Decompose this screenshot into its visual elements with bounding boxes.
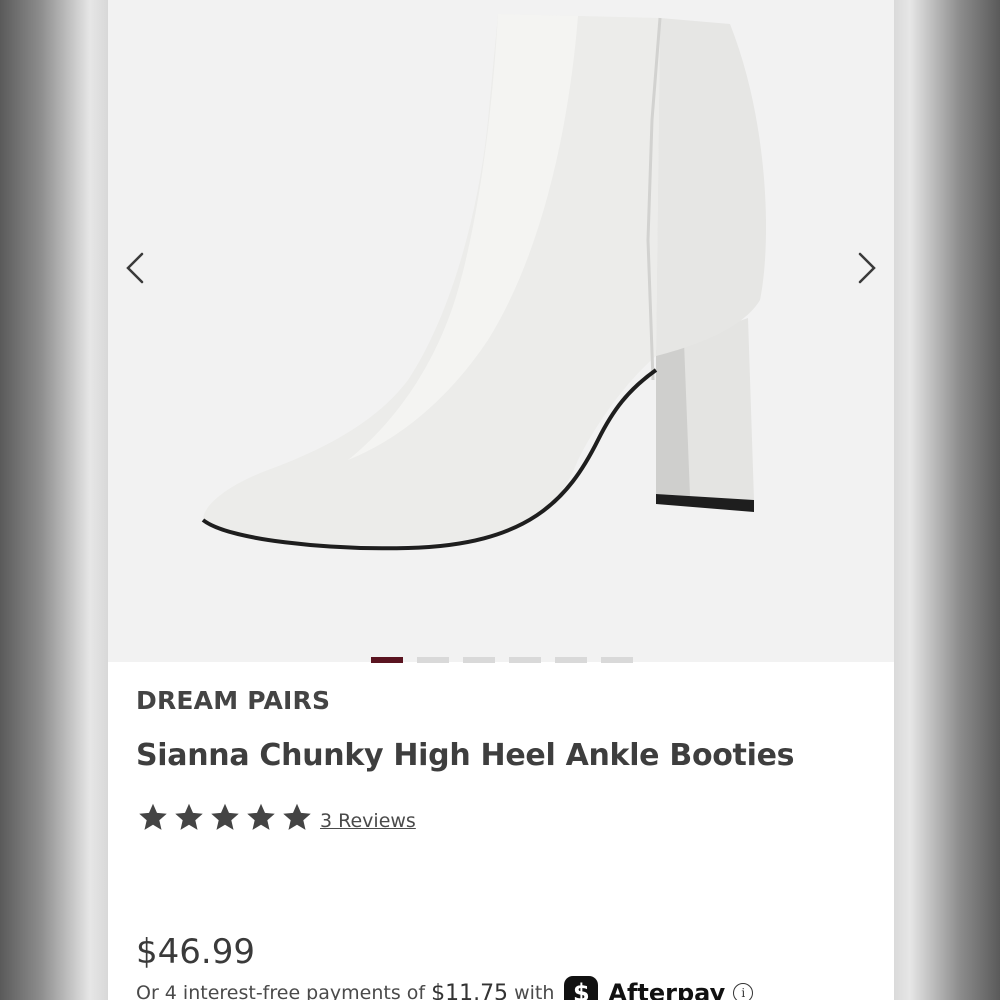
- installment-prefix: Or 4 interest-free payments of: [136, 982, 426, 1000]
- info-icon[interactable]: i: [733, 983, 754, 1000]
- afterpay-icon: $: [564, 976, 599, 1000]
- product-image-gallery[interactable]: [108, 0, 894, 662]
- afterpay-installments: Or 4 interest-free payments of $11.75 wi…: [136, 976, 754, 1000]
- previous-image-button[interactable]: [110, 242, 162, 294]
- reviews-link[interactable]: 3 Reviews: [320, 810, 416, 832]
- gallery-dot-2[interactable]: [417, 657, 449, 663]
- product-rating: 3 Reviews: [136, 801, 416, 834]
- star-icon: [139, 803, 167, 830]
- brand-name: DREAM PAIRS: [136, 686, 331, 715]
- gallery-pagination: [371, 657, 633, 663]
- product-price: $46.99: [136, 932, 255, 972]
- gallery-dot-1[interactable]: [371, 657, 403, 663]
- star-icon: [283, 803, 311, 830]
- gallery-dot-4[interactable]: [509, 657, 541, 663]
- star-icon: [211, 803, 239, 830]
- installment-suffix: with: [514, 982, 555, 1000]
- star-icon: [247, 803, 275, 830]
- product-image: [201, 14, 767, 551]
- gallery-dot-3[interactable]: [463, 657, 495, 663]
- next-image-button[interactable]: [840, 242, 892, 294]
- star-icon: [175, 803, 203, 830]
- installment-amount: $11.75: [431, 980, 509, 1000]
- gallery-dot-6[interactable]: [601, 657, 633, 663]
- product-title: Sianna Chunky High Heel Ankle Booties: [136, 738, 795, 773]
- chevron-right-icon: [858, 252, 876, 284]
- gallery-dot-5[interactable]: [555, 657, 587, 663]
- product-panel: DREAM PAIRS Sianna Chunky High Heel Ankl…: [108, 0, 894, 1000]
- afterpay-logo: Afterpay: [608, 979, 726, 1000]
- chevron-left-icon: [126, 252, 144, 284]
- star-rating: [136, 801, 314, 834]
